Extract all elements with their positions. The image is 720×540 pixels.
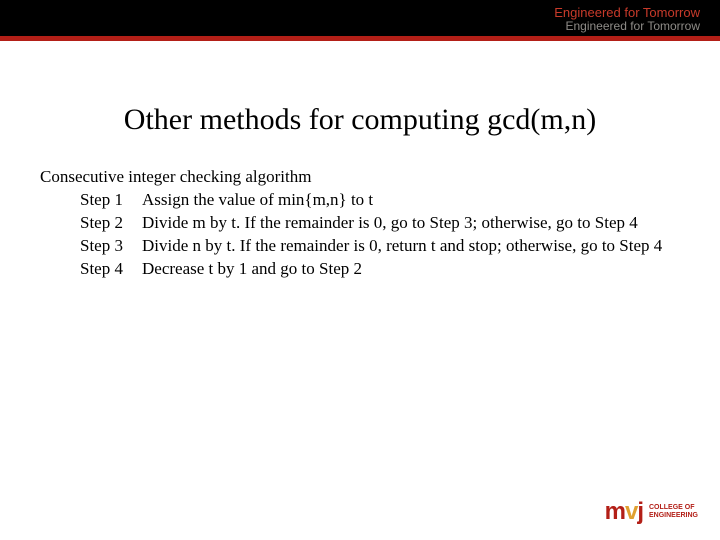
step-body: Decrease t by 1 and go to Step 2 — [142, 258, 680, 281]
steps-list: Step 1 Assign the value of min{m,n} to t… — [40, 189, 680, 281]
logo-sub-line2: ENGINEERING — [649, 512, 698, 520]
step-label: Step 1 — [80, 189, 142, 212]
step-body: Assign the value of min{m,n} to t — [142, 189, 680, 212]
step-label: Step 3 — [80, 235, 142, 258]
step-1: Step 1 Assign the value of min{m,n} to t — [80, 189, 680, 212]
step-label: Step 2 — [80, 212, 142, 235]
slide-title: Other methods for computing gcd(m,n) — [40, 103, 680, 137]
tagline-grey: Engineered for Tomorrow — [565, 20, 700, 32]
tagline-red: Engineered for Tomorrow — [554, 6, 700, 19]
step-3: Step 3 Divide n by t. If the remainder i… — [80, 235, 680, 258]
step-4: Step 4 Decrease t by 1 and go to Step 2 — [80, 258, 680, 281]
step-2: Step 2 Divide m by t. If the remainder i… — [80, 212, 680, 235]
logo-subtitle: COLLEGE OF ENGINEERING — [649, 504, 698, 519]
logo-sub-line1: COLLEGE OF — [649, 504, 698, 512]
logo-text: mvj — [605, 498, 643, 526]
step-label: Step 4 — [80, 258, 142, 281]
algorithm-subtitle: Consecutive integer checking algorithm — [40, 167, 680, 187]
footer-logo: mvj COLLEGE OF ENGINEERING — [605, 498, 698, 526]
header-band: Engineered for Tomorrow Engineered for T… — [0, 0, 720, 36]
step-body: Divide m by t. If the remainder is 0, go… — [142, 212, 680, 235]
step-body: Divide n by t. If the remainder is 0, re… — [142, 235, 680, 258]
slide-content: Other methods for computing gcd(m,n) Con… — [0, 41, 720, 281]
